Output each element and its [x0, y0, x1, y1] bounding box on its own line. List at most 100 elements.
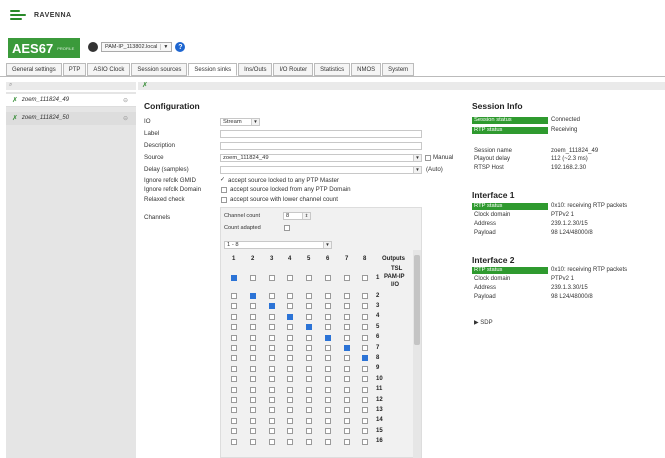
routing-checkbox[interactable] [287, 397, 293, 403]
routing-checkbox[interactable] [269, 365, 275, 372]
routing-checkbox[interactable] [231, 386, 237, 393]
routing-checkbox[interactable] [344, 275, 350, 281]
host-select[interactable]: PAM-IP_113802.local ▼ [101, 42, 173, 52]
routing-checkbox[interactable] [269, 428, 275, 435]
routing-checkbox[interactable] [287, 345, 293, 351]
routing-checkbox[interactable] [325, 438, 331, 445]
tab-ins-outs[interactable]: Ins/Outs [238, 63, 273, 76]
sidebar-item[interactable]: ✗ zoem_111824_50 ⊖ [6, 112, 136, 125]
routing-checkbox[interactable] [362, 355, 368, 362]
routing-checkbox[interactable] [287, 293, 293, 299]
routing-checkbox[interactable] [306, 417, 312, 424]
routing-checkbox[interactable] [287, 386, 293, 393]
routing-checkbox[interactable] [306, 303, 312, 310]
channel-range-select[interactable]: 1 - 8 ▼ [224, 241, 332, 249]
routing-checkbox[interactable] [325, 428, 331, 435]
routing-checkbox[interactable] [231, 313, 237, 320]
ignore-gmid-checkmark-icon[interactable]: ✓ [220, 176, 225, 183]
routing-checkbox[interactable] [325, 365, 331, 372]
routing-checkbox[interactable] [362, 428, 368, 435]
routing-checkbox[interactable] [344, 407, 350, 414]
routing-checkbox[interactable] [306, 397, 312, 403]
routing-checkbox[interactable] [325, 324, 331, 331]
routing-checkbox[interactable] [287, 303, 293, 310]
routing-checkbox[interactable] [362, 293, 368, 299]
tab-session-sources[interactable]: Session sources [131, 63, 188, 76]
routing-checkbox[interactable] [250, 355, 256, 362]
routing-checkbox[interactable] [231, 303, 237, 310]
routing-checkbox[interactable] [362, 376, 368, 383]
routing-checkbox[interactable] [269, 407, 275, 414]
routing-checkbox[interactable] [344, 438, 350, 445]
tab-ptp[interactable]: PTP [62, 63, 87, 76]
routing-checkbox[interactable] [287, 438, 293, 445]
routing-checkbox[interactable] [269, 334, 275, 341]
routing-checkbox[interactable] [325, 355, 331, 362]
routing-checkbox[interactable] [306, 428, 312, 435]
routing-checkbox[interactable] [325, 407, 331, 414]
routing-checkbox[interactable] [362, 438, 368, 445]
routing-checkbox[interactable] [362, 313, 368, 320]
tab-general-settings[interactable]: General settings [6, 63, 62, 76]
remove-icon[interactable]: ⊖ [123, 115, 128, 122]
source-select[interactable]: zoem_111824_49 ▼ [220, 154, 422, 162]
sidebar-item[interactable]: ✗ zoem_111824_49 ⊖ [6, 94, 136, 107]
channel-count-stepper[interactable]: 8 ⇕ [283, 212, 311, 220]
routing-checkbox[interactable] [325, 386, 331, 393]
routing-checkbox[interactable] [231, 376, 237, 383]
routing-checkbox[interactable] [231, 365, 237, 372]
routing-checkbox[interactable] [269, 397, 275, 403]
routing-checkbox[interactable] [344, 303, 350, 310]
manual-checkbox[interactable] [425, 155, 431, 161]
routing-checkbox[interactable] [231, 417, 237, 424]
routing-checkbox[interactable] [231, 293, 237, 299]
routing-checkbox[interactable] [269, 293, 275, 299]
search-icon[interactable]: ⌕ [9, 82, 12, 89]
routing-checkbox[interactable] [362, 397, 368, 403]
routing-checkbox[interactable] [344, 417, 350, 424]
routing-checkbox[interactable] [231, 438, 237, 445]
routing-checkbox[interactable] [250, 428, 256, 435]
routing-checkbox[interactable] [287, 275, 293, 281]
routing-checkbox[interactable] [306, 334, 312, 341]
routing-checkbox[interactable] [306, 293, 312, 299]
routing-checkbox[interactable] [250, 334, 256, 341]
count-adapted-checkbox[interactable] [284, 225, 290, 231]
routing-checkbox[interactable] [362, 303, 368, 310]
routing-checkbox[interactable] [269, 275, 275, 281]
routing-checkbox[interactable] [344, 313, 350, 320]
description-input[interactable] [220, 142, 422, 150]
routing-checkbox[interactable] [231, 275, 237, 281]
tab-nmos[interactable]: NMOS [351, 63, 382, 76]
routing-checkbox[interactable] [250, 345, 256, 351]
routing-checkbox[interactable] [250, 386, 256, 393]
relaxed-check-checkbox[interactable] [221, 197, 227, 203]
tab-asio-clock[interactable]: ASIO Clock [87, 63, 131, 76]
routing-checkbox[interactable] [269, 313, 275, 320]
routing-checkbox[interactable] [269, 417, 275, 424]
routing-checkbox[interactable] [325, 334, 331, 341]
routing-checkbox[interactable] [250, 324, 256, 331]
tab-system[interactable]: System [382, 63, 415, 76]
routing-checkbox[interactable] [325, 376, 331, 383]
routing-checkbox[interactable] [250, 303, 256, 310]
routing-checkbox[interactable] [269, 303, 275, 310]
routing-checkbox[interactable] [269, 324, 275, 331]
routing-checkbox[interactable] [287, 376, 293, 383]
routing-checkbox[interactable] [250, 376, 256, 383]
routing-checkbox[interactable] [250, 397, 256, 403]
routing-checkbox[interactable] [250, 365, 256, 372]
routing-checkbox[interactable] [344, 334, 350, 341]
routing-checkbox[interactable] [362, 417, 368, 424]
routing-checkbox[interactable] [250, 275, 256, 281]
routing-checkbox[interactable] [325, 275, 331, 281]
routing-checkbox[interactable] [306, 376, 312, 383]
routing-checkbox[interactable] [287, 334, 293, 341]
routing-checkbox[interactable] [306, 275, 312, 281]
routing-checkbox[interactable] [269, 386, 275, 393]
routing-checkbox[interactable] [287, 407, 293, 414]
routing-checkbox[interactable] [306, 313, 312, 320]
routing-checkbox[interactable] [231, 324, 237, 331]
routing-checkbox[interactable] [231, 345, 237, 351]
routing-checkbox[interactable] [250, 313, 256, 320]
